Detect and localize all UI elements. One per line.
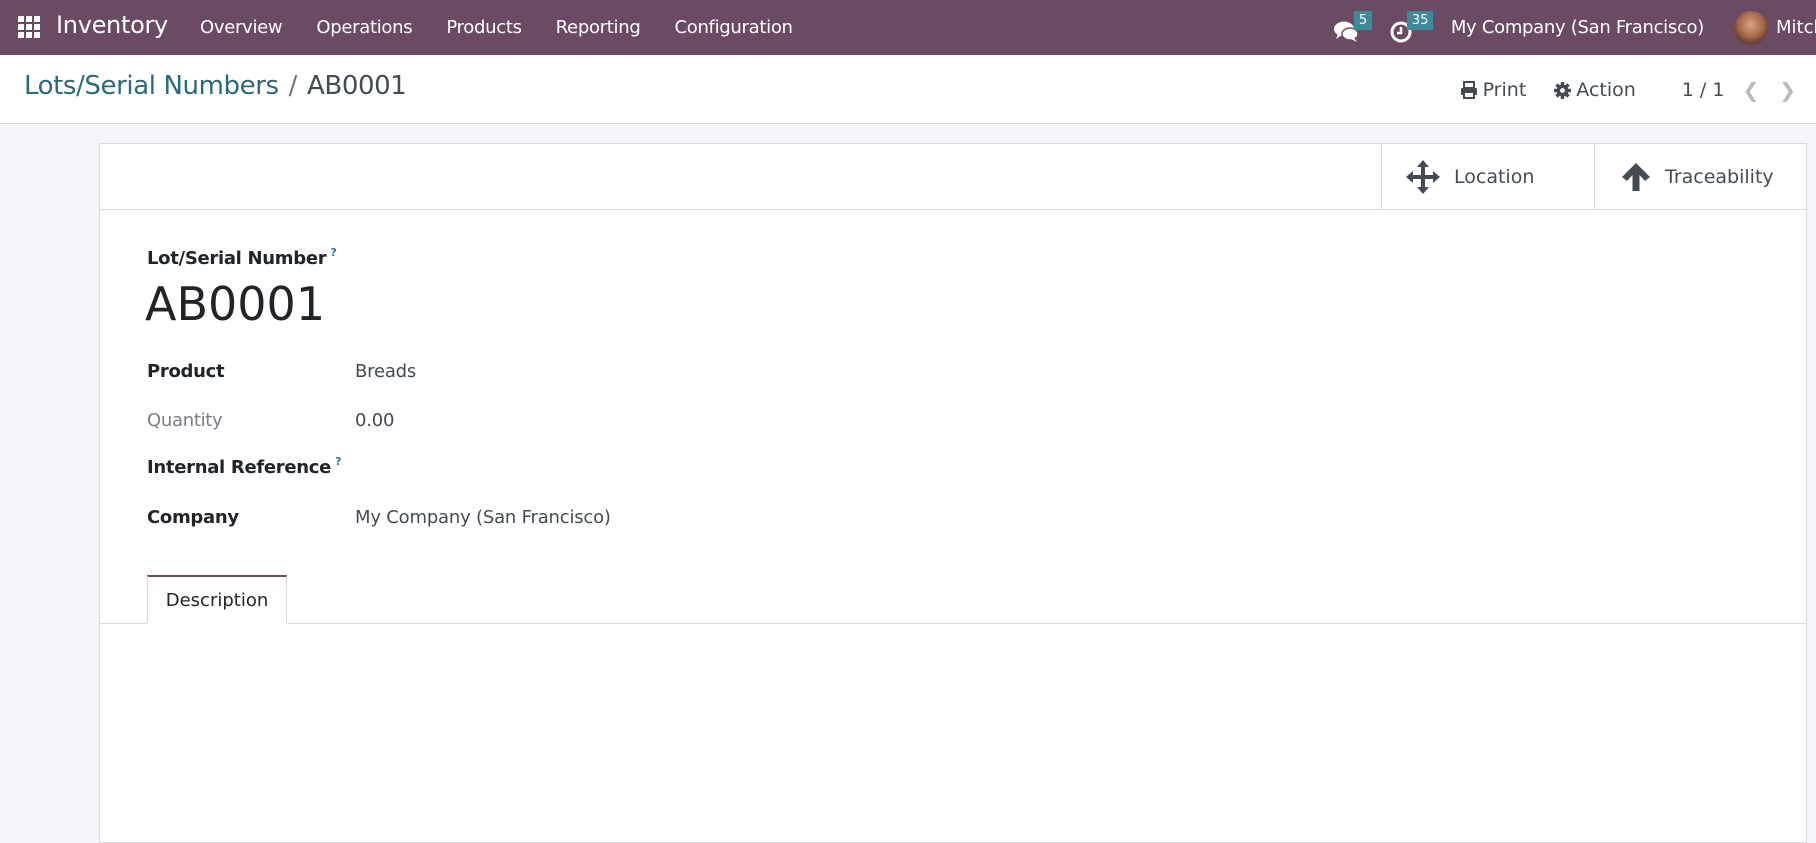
- top-navbar: Inventory Overview Operations Products R…: [0, 0, 1816, 55]
- company-row: Company My Company (San Francisco): [147, 502, 947, 532]
- messaging-button[interactable]: 5: [1333, 10, 1373, 43]
- menu-configuration[interactable]: Configuration: [674, 17, 792, 38]
- print-icon: [1460, 81, 1477, 99]
- location-label: Location: [1454, 165, 1535, 188]
- app-name[interactable]: Inventory: [56, 11, 168, 39]
- pager-next-icon[interactable]: ❯: [1779, 78, 1796, 102]
- print-label: Print: [1482, 79, 1527, 101]
- product-row: Product Breads: [147, 356, 947, 386]
- breadcrumb-current: AB0001: [307, 71, 407, 101]
- quantity-field: 0.00: [355, 409, 395, 431]
- help-tooltip-icon[interactable]: ?: [335, 455, 341, 468]
- quantity-label: Quantity: [147, 409, 223, 431]
- activities-badge: 35: [1406, 10, 1434, 30]
- breadcrumb-separator: /: [288, 71, 298, 101]
- breadcrumb-lots-serial-numbers[interactable]: Lots/Serial Numbers: [24, 71, 279, 101]
- menu-overview[interactable]: Overview: [200, 17, 283, 38]
- company-label: Company: [147, 506, 239, 528]
- internal-reference-label: Internal Reference?: [147, 455, 355, 478]
- messages-badge: 5: [1353, 10, 1373, 30]
- form-sheet: Location Traceability Lot/Serial Number?…: [99, 143, 1807, 843]
- internal-reference-row: Internal Reference?: [147, 451, 947, 481]
- quantity-row: Quantity 0.00: [147, 405, 947, 435]
- company-field[interactable]: My Company (San Francisco): [355, 507, 611, 528]
- help-tooltip-icon[interactable]: ?: [330, 246, 336, 259]
- print-button[interactable]: Print: [1460, 79, 1527, 101]
- systray: 5 35 My Company (San Francisco) Mitch: [1333, 0, 1816, 55]
- internal-reference-field[interactable]: [355, 454, 655, 478]
- smart-button-box: Location Traceability: [100, 144, 1806, 210]
- main-menu: Overview Operations Products Reporting C…: [200, 0, 827, 55]
- control-panel-actions: Print Action 1 / 1 ❮ ❯: [1460, 75, 1816, 105]
- tab-description[interactable]: Description: [147, 575, 287, 624]
- notebook-tabs: Description: [100, 575, 1806, 624]
- menu-reporting[interactable]: Reporting: [556, 17, 641, 38]
- menu-products[interactable]: Products: [446, 17, 522, 38]
- location-button[interactable]: Location: [1381, 144, 1594, 209]
- user-name[interactable]: Mitch: [1776, 17, 1816, 38]
- arrows-move-icon: [1406, 159, 1440, 194]
- pager-previous-icon[interactable]: ❮: [1742, 78, 1759, 102]
- product-label: Product: [147, 360, 225, 382]
- activities-button[interactable]: 35: [1389, 10, 1434, 43]
- lot-serial-number-label: Lot/Serial Number?: [147, 246, 337, 269]
- pager-value[interactable]: 1 / 1: [1682, 79, 1725, 101]
- user-avatar[interactable]: [1734, 10, 1768, 45]
- company-switcher[interactable]: My Company (San Francisco): [1451, 17, 1704, 38]
- breadcrumb: Lots/Serial Numbers / AB0001: [24, 71, 407, 101]
- traceability-label: Traceability: [1665, 165, 1774, 188]
- apps-menu-icon[interactable]: [18, 16, 40, 38]
- lot-serial-number-field[interactable]: AB0001: [145, 277, 325, 331]
- action-label: Action: [1576, 79, 1636, 101]
- menu-operations[interactable]: Operations: [316, 17, 412, 38]
- control-panel: Lots/Serial Numbers / AB0001 Print Actio…: [0, 55, 1816, 124]
- traceability-button[interactable]: Traceability: [1594, 144, 1808, 209]
- action-button[interactable]: Action: [1554, 79, 1636, 101]
- internal-reference-label-text: Internal Reference: [147, 456, 332, 478]
- gear-icon: [1554, 81, 1572, 99]
- product-field[interactable]: Breads: [355, 361, 416, 382]
- arrow-up-icon: [1622, 162, 1650, 191]
- lot-serial-number-label-text: Lot/Serial Number: [147, 248, 327, 269]
